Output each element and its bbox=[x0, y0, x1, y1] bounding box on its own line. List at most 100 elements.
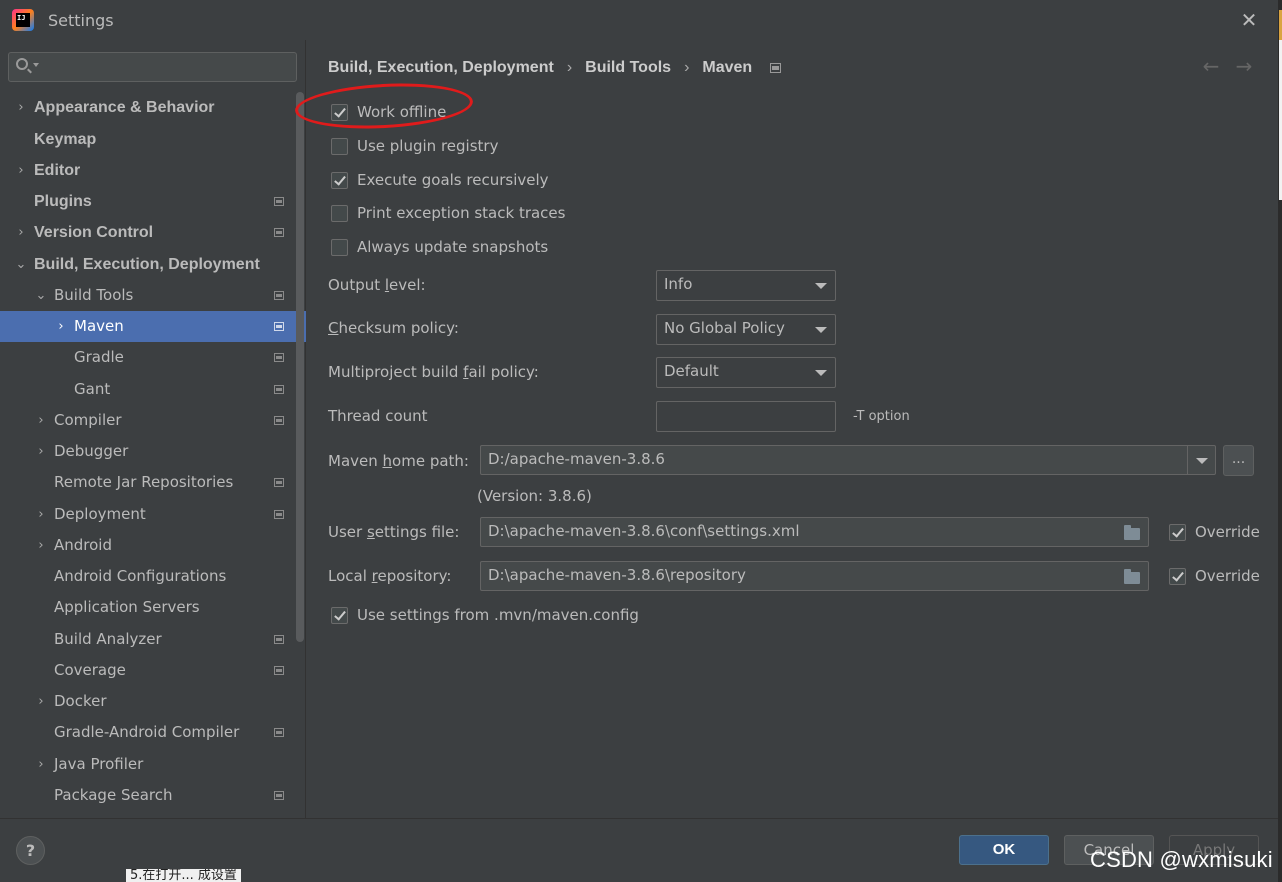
use-plugin-registry-checkbox[interactable] bbox=[331, 137, 348, 155]
print-exception-stack-traces-checkbox[interactable] bbox=[331, 204, 348, 222]
chevron-right-icon[interactable]: › bbox=[34, 686, 48, 717]
sidebar-item-editor[interactable]: › Editor bbox=[0, 155, 306, 186]
maven-home-browse-button[interactable]: ... bbox=[1223, 445, 1254, 476]
sidebar-item-keymap[interactable]: Keymap bbox=[0, 124, 306, 155]
chevron-down-icon bbox=[815, 327, 827, 333]
sidebar-item-label: Keymap bbox=[34, 131, 97, 148]
search-icon bbox=[16, 58, 28, 70]
breadcrumb-build-tools[interactable]: Build Tools bbox=[585, 59, 671, 77]
project-settings-icon bbox=[274, 353, 284, 362]
use-mvn-config-label: Use settings from .mvn/maven.config bbox=[357, 606, 639, 624]
sidebar-scrollbar[interactable] bbox=[296, 92, 304, 642]
sidebar-item-label: Remote Jar Repositories bbox=[54, 473, 234, 491]
sidebar-item-deployment[interactable]: › Deployment bbox=[0, 499, 306, 530]
user-settings-value: D:\apache-maven-3.8.6\conf\settings.xml bbox=[488, 522, 800, 540]
user-settings-override-checkbox[interactable] bbox=[1169, 523, 1186, 541]
use-plugin-registry-label: Use plugin registry bbox=[357, 137, 499, 155]
chevron-right-icon[interactable]: › bbox=[14, 92, 28, 123]
work-offline-checkbox[interactable] bbox=[331, 103, 348, 121]
local-repository-override-option[interactable]: Override bbox=[1169, 565, 1260, 587]
chevron-down-icon[interactable]: ⌄ bbox=[14, 249, 28, 280]
sidebar-item-maven[interactable]: › Maven bbox=[0, 311, 306, 342]
sidebar-item-remote-jar-repositories[interactable]: Remote Jar Repositories bbox=[0, 467, 306, 498]
chevron-right-icon[interactable]: › bbox=[34, 436, 48, 467]
sidebar-item-label: Debugger bbox=[54, 442, 129, 460]
sidebar-item-package-search[interactable]: Package Search bbox=[0, 780, 306, 811]
sidebar-item-label: Coverage bbox=[54, 661, 126, 679]
output-level-label: Output level: bbox=[328, 276, 426, 294]
sidebar-item-docker[interactable]: › Docker bbox=[0, 686, 306, 717]
thread-count-input[interactable] bbox=[656, 401, 836, 432]
help-icon[interactable]: ? bbox=[16, 836, 45, 865]
chevron-right-icon[interactable]: › bbox=[34, 405, 48, 436]
chevron-right-icon[interactable]: › bbox=[34, 749, 48, 780]
sidebar-item-label: Java Profiler bbox=[54, 755, 144, 773]
project-settings-icon bbox=[274, 291, 284, 300]
multiproject-fail-policy-select[interactable]: Default bbox=[656, 357, 836, 388]
sidebar-item-debugger[interactable]: › Debugger bbox=[0, 436, 306, 467]
chevron-right-icon[interactable]: › bbox=[14, 217, 28, 248]
folder-icon[interactable] bbox=[1124, 569, 1140, 584]
chevron-right-icon[interactable]: › bbox=[34, 499, 48, 530]
execute-goals-recursively-label: Execute goals recursively bbox=[357, 171, 549, 189]
sidebar-item-gradle-android-compiler[interactable]: Gradle-Android Compiler bbox=[0, 717, 306, 748]
sidebar-item-android[interactable]: › Android bbox=[0, 530, 306, 561]
back-arrow-icon[interactable]: ← bbox=[1200, 54, 1222, 78]
sidebar-item-version-control[interactable]: › Version Control bbox=[0, 217, 306, 248]
chevron-down-icon[interactable]: ⌄ bbox=[34, 280, 48, 311]
close-icon[interactable]: ✕ bbox=[1238, 9, 1260, 31]
title-bar: IJ Settings ✕ bbox=[0, 0, 1278, 40]
sidebar-item-gant[interactable]: Gant bbox=[0, 374, 306, 405]
execute-goals-recursively-option[interactable]: Execute goals recursively bbox=[331, 169, 549, 191]
execute-goals-recursively-checkbox[interactable] bbox=[331, 171, 348, 189]
project-settings-icon bbox=[274, 416, 284, 425]
forward-arrow-icon[interactable]: → bbox=[1233, 54, 1255, 78]
maven-settings-panel: Build, Execution, Deployment › Build Too… bbox=[293, 40, 1278, 818]
breadcrumb-build-execution-deployment[interactable]: Build, Execution, Deployment bbox=[328, 59, 554, 77]
ok-button[interactable]: OK bbox=[959, 835, 1049, 865]
user-settings-override-option[interactable]: Override bbox=[1169, 521, 1260, 543]
chevron-right-icon[interactable]: › bbox=[34, 530, 48, 561]
user-settings-input[interactable]: D:\apache-maven-3.8.6\conf\settings.xml bbox=[480, 517, 1149, 547]
maven-home-combo[interactable]: D:/apache-maven-3.8.6 bbox=[480, 445, 1216, 475]
chevron-down-icon bbox=[1196, 458, 1208, 464]
local-repository-input[interactable]: D:\apache-maven-3.8.6\repository bbox=[480, 561, 1149, 591]
print-exception-stack-traces-option[interactable]: Print exception stack traces bbox=[331, 202, 565, 224]
local-repository-override-checkbox[interactable] bbox=[1169, 567, 1186, 585]
search-input[interactable] bbox=[43, 56, 288, 78]
project-settings-icon bbox=[274, 635, 284, 644]
output-level-select[interactable]: Info bbox=[656, 270, 836, 301]
sidebar-item-plugins[interactable]: Plugins bbox=[0, 186, 306, 217]
sidebar-item-label: Plugins bbox=[34, 193, 92, 210]
app-icon-text: IJ bbox=[16, 13, 30, 27]
checksum-policy-select[interactable]: No Global Policy bbox=[656, 314, 836, 345]
always-update-snapshots-checkbox[interactable] bbox=[331, 238, 348, 256]
sidebar-item-label: Build, Execution, Deployment bbox=[34, 256, 260, 273]
sidebar-item-gradle[interactable]: Gradle bbox=[0, 342, 306, 373]
always-update-snapshots-option[interactable]: Always update snapshots bbox=[331, 236, 548, 258]
checksum-policy-label: Checksum policy: bbox=[328, 319, 459, 337]
chevron-right-icon[interactable]: › bbox=[14, 155, 28, 186]
sidebar-item-build-analyzer[interactable]: Build Analyzer bbox=[0, 624, 306, 655]
use-mvn-config-checkbox[interactable] bbox=[331, 606, 348, 624]
use-mvn-config-option[interactable]: Use settings from .mvn/maven.config bbox=[331, 604, 639, 626]
settings-sidebar: › Appearance & Behavior Keymap › Editor Plugi… bbox=[0, 40, 306, 818]
sidebar-item-compiler[interactable]: › Compiler bbox=[0, 405, 306, 436]
sidebar-item-application-servers[interactable]: Application Servers bbox=[0, 592, 306, 623]
settings-search[interactable] bbox=[8, 52, 297, 82]
sidebar-item-java-profiler[interactable]: › Java Profiler bbox=[0, 749, 306, 780]
use-plugin-registry-option[interactable]: Use plugin registry bbox=[331, 135, 498, 157]
work-offline-option[interactable]: Work offline bbox=[331, 101, 446, 123]
sidebar-item-build-tools[interactable]: ⌄ Build Tools bbox=[0, 280, 306, 311]
project-settings-icon bbox=[274, 728, 284, 737]
maven-home-dropdown-button[interactable] bbox=[1187, 446, 1215, 475]
settings-window: IJ Settings ✕ › Appearance & Behavior Keym… bbox=[0, 0, 1278, 882]
folder-icon[interactable] bbox=[1124, 525, 1140, 540]
search-history-chevron-icon[interactable] bbox=[33, 63, 39, 67]
sidebar-item-build-execution-deployment[interactable]: ⌄ Build, Execution, Deployment bbox=[0, 249, 306, 280]
chevron-right-icon[interactable]: › bbox=[54, 311, 68, 342]
sidebar-item-coverage[interactable]: Coverage bbox=[0, 655, 306, 686]
sidebar-item-android-configurations[interactable]: Android Configurations bbox=[0, 561, 306, 592]
local-repository-override-label: Override bbox=[1195, 567, 1260, 585]
sidebar-item-appearance-behavior[interactable]: › Appearance & Behavior bbox=[0, 92, 306, 123]
